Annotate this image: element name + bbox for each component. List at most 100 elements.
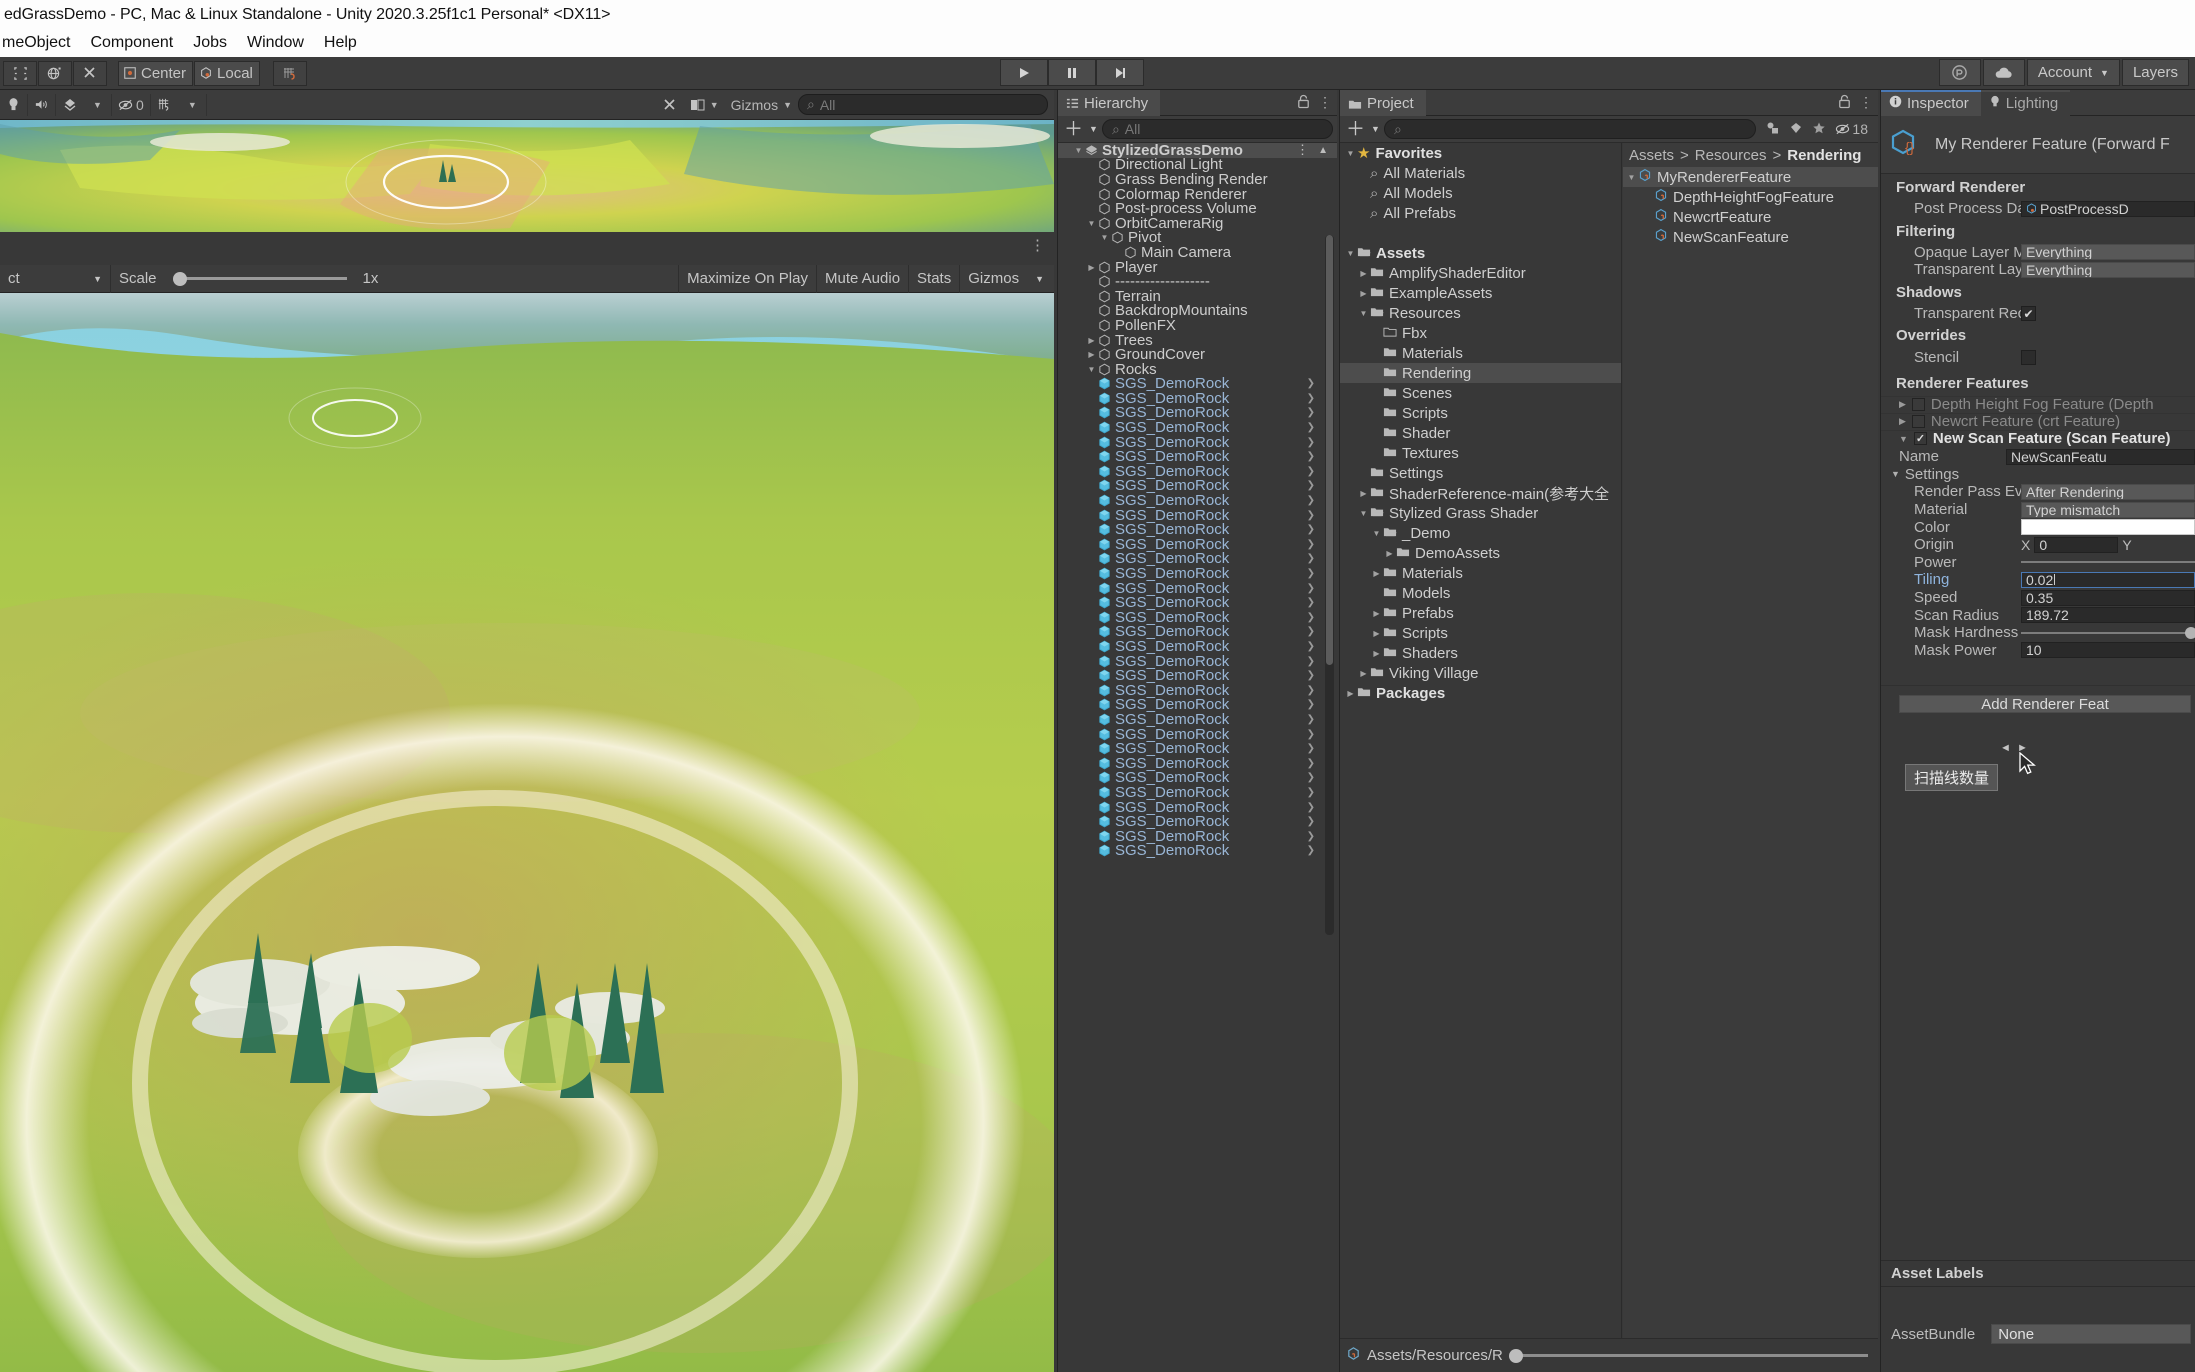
chevron-right-icon[interactable]: ❯	[1307, 685, 1315, 696]
rect-tool-icon[interactable]	[3, 60, 37, 86]
kebab-menu-icon[interactable]: ⋮	[1318, 94, 1333, 111]
hierarchy-item-rock[interactable]: SGS_DemoRock ❯	[1058, 375, 1337, 392]
hierarchy-item[interactable]: PollenFX	[1058, 317, 1337, 334]
field-value[interactable]: Type mismatch	[2021, 501, 2195, 518]
field-value[interactable]: NewScanFeatu	[2006, 448, 2195, 465]
tab-project[interactable]: Project	[1340, 89, 1426, 116]
chevron-right-icon[interactable]: ❯	[1307, 612, 1315, 623]
menu-item-meobject[interactable]: meObject	[0, 34, 80, 52]
hierarchy-item[interactable]: BackdropMountains	[1058, 302, 1337, 319]
checkbox-checked[interactable]: ✓	[1913, 432, 1927, 446]
chevron-right-icon[interactable]: ❯	[1307, 626, 1315, 637]
hierarchy-item[interactable]: Main Camera	[1058, 244, 1337, 261]
twisty-expanded[interactable]: ▼	[1625, 173, 1638, 182]
twisty-expanded[interactable]: ▼	[1357, 509, 1370, 518]
chevron-right-icon[interactable]: ❯	[1307, 729, 1315, 740]
chevron-right-icon[interactable]: ❯	[1307, 816, 1315, 827]
hierarchy-tree[interactable]: ▼ StylizedGrassDemo ⋮ ▲ Directional Light Gra…	[1058, 143, 1337, 858]
field-transparent-layer-mask[interactable]: Transparent Layer Ma Everything	[1881, 261, 2195, 279]
chevron-down-icon[interactable]: ▼	[1371, 124, 1380, 134]
slider-control[interactable]	[2021, 625, 2195, 641]
project-tree-item[interactable]: ▶ Viking Village	[1340, 663, 1621, 683]
pause-button[interactable]	[1048, 59, 1096, 86]
setting-row-tiling[interactable]: Tiling 0.02	[1881, 571, 2195, 589]
grid-snap-icon[interactable]	[272, 60, 307, 86]
project-tree-item[interactable]: ▼ Resources	[1340, 303, 1621, 323]
project-search-input[interactable]: ⌕	[1383, 119, 1757, 139]
hierarchy-item-rock[interactable]: SGS_DemoRock ❯	[1058, 682, 1337, 699]
project-tree-item[interactable]: ▶ Scripts	[1340, 623, 1621, 643]
mute-audio-button[interactable]: Mute Audio	[817, 265, 908, 293]
hierarchy-item-rock[interactable]: SGS_DemoRock ❯	[1058, 740, 1337, 757]
maximize-on-play-button[interactable]: Maximize On Play	[679, 265, 816, 293]
kebab-menu-icon[interactable]: ⋮	[1859, 94, 1874, 111]
collab-icon[interactable]	[1938, 59, 1981, 86]
breadcrumb-item[interactable]: Resources	[1695, 147, 1767, 164]
chevron-down-icon[interactable]: ▼	[1899, 434, 1908, 444]
twisty-collapsed[interactable]: ▶	[1370, 629, 1383, 638]
chevron-right-icon[interactable]: ❯	[1307, 787, 1315, 798]
hierarchy-item-rock[interactable]: SGS_DemoRock ❯	[1058, 828, 1337, 845]
field-value[interactable]: Everything	[2021, 261, 2195, 278]
hierarchy-item[interactable]: Terrain	[1058, 288, 1337, 305]
hierarchy-item-rock[interactable]: SGS_DemoRock ❯	[1058, 784, 1337, 801]
project-tree-item[interactable]: ▶ DemoAssets	[1340, 543, 1621, 563]
chevron-right-icon[interactable]: ❯	[1307, 831, 1315, 842]
project-asset-item[interactable]: NewScanFeature	[1623, 227, 1878, 247]
play-button[interactable]	[1000, 59, 1048, 86]
chevron-right-icon[interactable]: ❯	[1307, 466, 1315, 477]
scene-fx-dropdown[interactable]: ▼	[84, 93, 112, 116]
project-tree-item[interactable]: Shader	[1340, 423, 1621, 443]
chevron-right-icon[interactable]: ❯	[1307, 539, 1315, 550]
account-dropdown[interactable]: Account ▼	[2026, 59, 2120, 86]
project-tree-item[interactable]: ▶ AmplifyShaderEditor	[1340, 263, 1621, 283]
project-tree-item[interactable]: ▶ Shaders	[1340, 643, 1621, 663]
game-gizmos-button[interactable]: Gizmos	[960, 265, 1027, 293]
chevron-right-icon[interactable]: ❯	[1307, 437, 1315, 448]
hierarchy-item-rock[interactable]: SGS_DemoRock ❯	[1058, 477, 1337, 494]
twisty-expanded[interactable]: ▼	[1098, 233, 1111, 242]
field-transparent-receive[interactable]: Transparent Receive ✔	[1881, 305, 2195, 323]
game-scale-slider[interactable]	[165, 265, 355, 293]
chevron-right-icon[interactable]: ❯	[1307, 393, 1315, 404]
hierarchy-item-rock[interactable]: SGS_DemoRock ❯	[1058, 696, 1337, 713]
chevron-right-icon[interactable]: ❯	[1307, 699, 1315, 710]
field-value[interactable]: 0.02	[2021, 571, 2195, 588]
field-stencil[interactable]: Stencil	[1881, 348, 2195, 366]
twisty-collapsed[interactable]: ▶	[1344, 689, 1357, 698]
chevron-right-icon[interactable]: ❯	[1307, 378, 1315, 389]
field-value[interactable]: Everything	[2021, 244, 2195, 261]
chevron-right-icon[interactable]: ❯	[1307, 641, 1315, 652]
renderer-feature-row[interactable]: ▶ Newcrt Feature (crt Feature)	[1881, 412, 2195, 430]
project-tree-item[interactable]: Materials	[1340, 343, 1621, 363]
twisty-collapsed[interactable]: ▶	[1085, 336, 1098, 345]
step-button[interactable]	[1096, 59, 1144, 86]
setting-row-mask-hardness[interactable]: Mask Hardness	[1881, 624, 2195, 642]
chevron-right-icon[interactable]: ❯	[1307, 510, 1315, 521]
hierarchy-item-rock[interactable]: SGS_DemoRock ❯	[1058, 521, 1337, 538]
renderer-feature-row[interactable]: ▼ ✓ New Scan Feature (Scan Feature)	[1881, 429, 2195, 447]
hierarchy-item-rock[interactable]: SGS_DemoRock ❯	[1058, 580, 1337, 597]
project-tree-item[interactable]: ▶ ExampleAssets	[1340, 283, 1621, 303]
project-tree-item[interactable]: ⌕ All Models	[1340, 183, 1621, 203]
chevron-right-icon[interactable]: ▶	[1899, 399, 1906, 410]
hierarchy-item[interactable]: ▼ OrbitCameraRig	[1058, 215, 1337, 232]
project-tree-pane[interactable]: ▼ ★ Favorites ⌕ All Materials ⌕ All Models ⌕ All…	[1340, 143, 1622, 1338]
hierarchy-item-rock[interactable]: SGS_DemoRock ❯	[1058, 726, 1337, 743]
tab-lighting[interactable]: Lighting	[1980, 89, 2071, 116]
twisty-collapsed[interactable]: ▶	[1085, 350, 1098, 359]
twisty-expanded[interactable]: ▼	[1085, 219, 1098, 228]
color-swatch[interactable]	[2021, 519, 2195, 536]
field-value[interactable]: 189.72	[2021, 607, 2195, 624]
hierarchy-item-rock[interactable]: SGS_DemoRock ❯	[1058, 594, 1337, 611]
project-tree-item[interactable]: ▶ Packages	[1340, 683, 1621, 703]
layers-dropdown[interactable]: Layers	[2121, 59, 2189, 86]
setting-row-render-pass-event[interactable]: Render Pass EventAfter Rendering	[1881, 483, 2195, 501]
hierarchy-item-rock[interactable]: SGS_DemoRock ❯	[1058, 463, 1337, 480]
menu-item-help[interactable]: Help	[314, 34, 367, 52]
twisty-collapsed[interactable]: ▶	[1370, 649, 1383, 658]
twisty-expanded[interactable]: ▼	[1344, 149, 1357, 158]
field-value[interactable]: After Rendering	[2021, 483, 2195, 500]
lock-icon[interactable]	[1297, 94, 1310, 112]
checkbox-checked[interactable]: ✔	[2021, 306, 2036, 322]
